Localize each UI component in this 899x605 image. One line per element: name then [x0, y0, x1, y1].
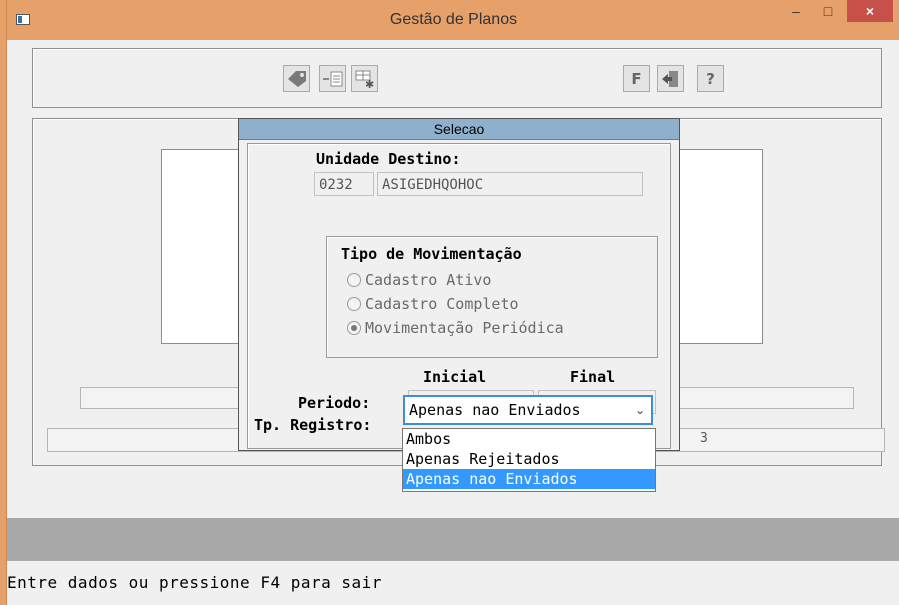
unidade-label: Unidade Destino:	[316, 150, 461, 168]
svg-text:✱: ✱	[365, 78, 374, 89]
dropdown-option-apenas-nao-enviados[interactable]: Apenas nao Enviados	[403, 469, 655, 489]
list-arrow-icon[interactable]	[319, 65, 346, 92]
title-bar: Gestão de Planos – □ ×	[7, 0, 899, 40]
status-bar: Entre dados ou pressione F4 para sair	[7, 573, 382, 592]
window-title: Gestão de Planos	[389, 11, 518, 28]
tipo-movimentacao-group: Tipo de Movimentação Cadastro Ativo Cada…	[326, 236, 658, 358]
maximize-button[interactable]: □	[813, 0, 843, 22]
f-key-icon[interactable]: F	[623, 65, 650, 92]
radio-circle-icon	[347, 272, 361, 287]
radio-cadastro-completo[interactable]: Cadastro Completo	[347, 295, 519, 315]
minimize-button[interactable]: –	[781, 0, 811, 22]
tp-registro-dropdown: Ambos Apenas Rejeitados Apenas nao Envia…	[402, 428, 656, 492]
f-key-glyph: F	[631, 69, 642, 88]
help-glyph: ?	[706, 69, 715, 88]
tipo-label: Tipo de Movimentação	[341, 245, 522, 263]
radio-circle-icon	[347, 296, 361, 311]
dropdown-option-apenas-rejeitados[interactable]: Apenas Rejeitados	[403, 449, 655, 469]
periodo-label: Periodo:	[298, 394, 371, 412]
toolbar: ✱ F ?	[32, 48, 882, 108]
inicial-label: Inicial	[423, 368, 487, 386]
dropdown-option-ambos[interactable]: Ambos	[403, 429, 655, 449]
unidade-name-field[interactable]: ASIGEDHQOHOC	[377, 172, 643, 196]
final-label: Final	[570, 368, 616, 386]
radio-label: Cadastro Completo	[365, 295, 519, 313]
summary-right-text: 3	[700, 431, 708, 446]
selection-dialog: Selecao Unidade Destino: 0232 ASIGEDHQOH…	[238, 118, 680, 451]
unidade-code-field[interactable]: 0232	[314, 172, 374, 196]
dialog-title: Selecao	[239, 119, 679, 140]
radio-selected-icon	[347, 320, 361, 335]
chevron-down-icon[interactable]: ⌄	[635, 397, 645, 423]
exit-door-icon[interactable]	[657, 65, 684, 92]
radio-label: Movimentação Periódica	[365, 319, 564, 337]
footer-bar	[7, 518, 899, 561]
radio-movimentacao-periodica[interactable]: Movimentação Periódica	[347, 319, 564, 339]
grid-asterisk-icon[interactable]: ✱	[351, 65, 378, 92]
tag-eraser-icon[interactable]	[283, 65, 310, 92]
close-button[interactable]: ×	[847, 0, 893, 22]
radio-cadastro-ativo[interactable]: Cadastro Ativo	[347, 271, 491, 291]
tp-registro-value: Apenas nao Enviados	[409, 401, 581, 419]
help-icon[interactable]: ?	[697, 65, 724, 92]
tp-registro-select[interactable]: Apenas nao Enviados ⌄	[403, 395, 653, 425]
radio-label: Cadastro Ativo	[365, 271, 492, 289]
tp-registro-label: Tp. Registro:	[254, 416, 372, 434]
